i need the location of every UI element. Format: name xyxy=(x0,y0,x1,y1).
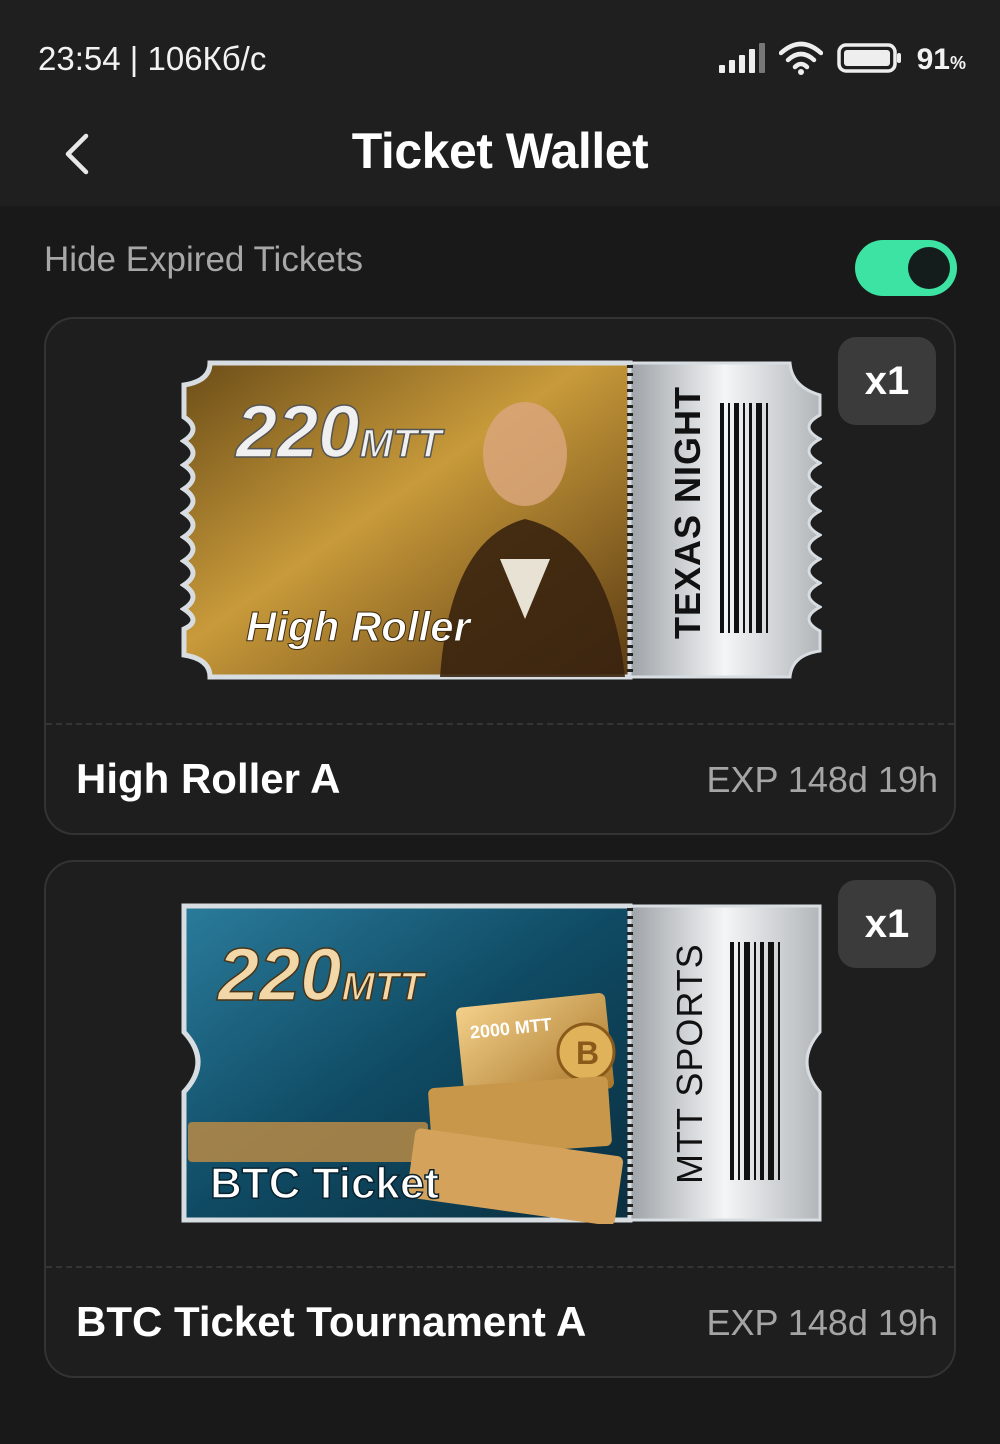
quantity-badge: x1 xyxy=(838,880,936,968)
ticket-card[interactable]: 2000 MTT B MTT SPORTS 220MTT BTC Ticket … xyxy=(44,860,956,1378)
ticket-caption: BTC Ticket xyxy=(210,1159,439,1208)
page-title: Ticket Wallet xyxy=(351,123,649,179)
status-bar: 23:54 | 106Кб/с 91% xyxy=(0,0,1000,110)
ticket-stub-text: MTT SPORTS xyxy=(669,943,710,1184)
hide-expired-row: Hide Expired Tickets xyxy=(0,206,1000,316)
status-time: 23:54 | 106Кб/с xyxy=(38,40,267,77)
ticket-caption: High Roller xyxy=(246,603,473,650)
ticket-name: High Roller A xyxy=(76,755,341,802)
ticket-card[interactable]: TEXAS NIGHT 220MTT High Roller x1 High R… xyxy=(44,317,956,835)
ticket-amount: 220 xyxy=(234,390,359,473)
ticket-unit: MTT xyxy=(359,422,445,466)
battery-percent: 91% xyxy=(916,43,966,76)
ticket-expiry: EXP 148d 19h xyxy=(706,1302,938,1343)
toggle-knob xyxy=(908,247,950,289)
ticket-stub-text: TEXAS NIGHT xyxy=(667,386,708,639)
wifi-icon xyxy=(778,41,823,80)
ticket-expiry: EXP 148d 19h xyxy=(706,759,938,800)
signal-icon xyxy=(718,42,765,78)
hide-expired-label: Hide Expired Tickets xyxy=(44,240,364,279)
hide-expired-toggle[interactable] xyxy=(855,240,957,296)
card-divider xyxy=(46,1266,954,1268)
app-header: Ticket Wallet xyxy=(0,110,1000,206)
ticket-unit: MTT xyxy=(341,965,427,1009)
status-icons: 91% xyxy=(718,38,966,82)
card-divider xyxy=(46,723,954,725)
svg-text:B: B xyxy=(576,1035,599,1071)
quantity-badge: x1 xyxy=(838,337,936,425)
battery-icon xyxy=(836,42,903,78)
ticket-name: BTC Ticket Tournament A xyxy=(76,1298,587,1345)
ticket-image: 2000 MTT B MTT SPORTS 220MTT BTC Ticket xyxy=(180,902,822,1224)
ticket-amount: 220 xyxy=(216,933,341,1016)
ticket-image: TEXAS NIGHT 220MTT High Roller xyxy=(180,359,822,681)
